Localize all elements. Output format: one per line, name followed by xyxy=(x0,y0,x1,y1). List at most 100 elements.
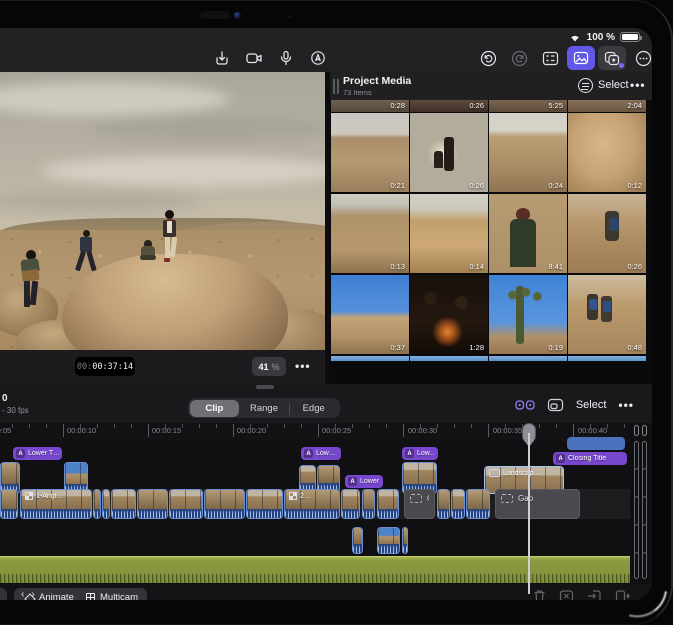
undo-icon[interactable] xyxy=(474,46,502,70)
media-item[interactable] xyxy=(489,356,567,361)
media-item[interactable]: 2:04 xyxy=(568,100,646,112)
playhead-line xyxy=(528,433,530,594)
vertical-scrollbar[interactable] xyxy=(642,441,647,579)
pencil-tool-icon[interactable] xyxy=(304,46,332,70)
effects-badge-dot xyxy=(619,63,624,68)
video-clip[interactable] xyxy=(102,489,110,519)
insert-icon[interactable] xyxy=(587,589,602,600)
video-clip[interactable] xyxy=(362,489,375,519)
timeline-resize-handle[interactable] xyxy=(256,385,274,389)
video-clip[interactable] xyxy=(377,489,399,519)
media-item[interactable]: 0:26 xyxy=(568,194,646,273)
film-clip-icon xyxy=(489,469,500,477)
clip-duration: 2:04 xyxy=(627,101,642,110)
filter-icon[interactable] xyxy=(578,78,593,93)
media-item[interactable]: 5:25 xyxy=(489,100,567,112)
gap-clip[interactable]: Gap xyxy=(495,489,580,519)
video-clip[interactable] xyxy=(93,489,101,519)
video-clip[interactable] xyxy=(402,527,408,554)
timeline-select-button[interactable]: Select xyxy=(576,399,607,411)
timecode-display[interactable]: 00:00:37:14 xyxy=(75,357,135,376)
clip-duration: 0:48 xyxy=(627,343,642,352)
media-item[interactable]: 0:48 xyxy=(568,275,646,354)
video-clip[interactable] xyxy=(137,489,168,519)
magnetic-timeline-icon[interactable] xyxy=(515,398,535,412)
title-clip[interactable]: ALow… xyxy=(301,447,341,460)
media-item[interactable]: 0:26 xyxy=(410,113,488,192)
video-clip[interactable] xyxy=(352,527,363,554)
media-item[interactable]: 0:19 xyxy=(489,275,567,354)
gap-clip[interactable]: G… xyxy=(404,489,435,519)
multicam-button[interactable]: Multicam xyxy=(77,588,147,600)
media-browser-panel: Project Media 73 Items Select ••• 0:280:… xyxy=(330,72,652,384)
mode-range[interactable]: Range xyxy=(239,400,289,417)
media-more-button[interactable]: ••• xyxy=(630,78,646,92)
media-select-button[interactable]: Select xyxy=(598,79,629,91)
video-clip[interactable] xyxy=(466,489,490,519)
inspector-icon[interactable] xyxy=(536,46,564,70)
video-clip[interactable]: 1-Angl… xyxy=(20,489,92,519)
camera-icon[interactable] xyxy=(240,46,268,70)
media-browser-icon[interactable] xyxy=(567,46,595,70)
viewer-more-button[interactable]: ••• xyxy=(295,359,311,373)
panel-drag-handle[interactable] xyxy=(333,79,339,94)
clip-waveform xyxy=(378,544,399,553)
picture-in-picture-icon[interactable] xyxy=(547,398,564,412)
media-item[interactable]: 8:41 xyxy=(489,194,567,273)
media-item[interactable]: 1:28 xyxy=(410,275,488,354)
video-clip[interactable] xyxy=(437,489,450,519)
video-clip[interactable] xyxy=(246,489,283,519)
mode-clip[interactable]: Clip xyxy=(190,400,240,417)
zoom-level-button[interactable]: 41% xyxy=(252,357,286,376)
title-clip[interactable]: ALower T… xyxy=(13,447,62,460)
video-clip[interactable]: 2… xyxy=(284,489,340,519)
audio-track[interactable] xyxy=(0,556,630,583)
media-item[interactable]: 0:14 xyxy=(410,194,488,273)
cropped-button[interactable] xyxy=(0,588,7,600)
overwrite-icon[interactable] xyxy=(615,589,630,600)
media-item[interactable]: 0:28 xyxy=(331,100,409,112)
media-item[interactable]: 0:21 xyxy=(331,113,409,192)
import-icon[interactable] xyxy=(208,46,236,70)
clip-duration: 1:28 xyxy=(469,343,484,352)
video-viewer[interactable] xyxy=(0,72,325,350)
title-clip[interactable]: AClosing Title xyxy=(553,452,627,465)
edit-mode-segmented-control: ClipRangeEdge xyxy=(188,398,340,418)
clip-filmstrip xyxy=(1,463,19,484)
clip-waveform xyxy=(1,509,17,518)
track-height-handle[interactable] xyxy=(642,425,647,436)
vertical-scrollbar[interactable] xyxy=(634,441,639,579)
video-clip[interactable] xyxy=(451,489,465,519)
media-item[interactable]: 0:24 xyxy=(489,113,567,192)
delete-icon[interactable] xyxy=(533,589,546,600)
media-item[interactable] xyxy=(568,356,646,361)
media-item[interactable]: 0:26 xyxy=(410,100,488,112)
redo-icon[interactable] xyxy=(505,46,533,70)
timeline-more-button[interactable]: ••• xyxy=(618,398,634,412)
media-item[interactable] xyxy=(410,356,488,361)
media-item[interactable]: 0:12 xyxy=(568,113,646,192)
video-clip[interactable] xyxy=(111,489,136,519)
track-height-handle[interactable] xyxy=(634,425,639,436)
more-icon[interactable] xyxy=(629,46,652,70)
ipad-device-frame: 100 % xyxy=(0,0,673,625)
effects-icon[interactable] xyxy=(598,46,626,70)
mode-edge[interactable]: Edge xyxy=(289,400,339,417)
animate-button[interactable]: Animate xyxy=(14,588,83,600)
title-clip[interactable]: ALower… xyxy=(345,475,383,488)
video-clip[interactable] xyxy=(377,527,400,554)
media-item[interactable]: 0:13 xyxy=(331,194,409,273)
clip-filmstrip xyxy=(378,528,399,544)
extract-icon[interactable] xyxy=(559,589,574,600)
video-clip[interactable] xyxy=(341,489,360,519)
video-clip[interactable] xyxy=(0,489,18,519)
clip-label: Closing Title xyxy=(568,455,606,462)
connected-clip-bar[interactable] xyxy=(567,437,625,450)
media-item[interactable]: 0:37 xyxy=(331,275,409,354)
mic-icon[interactable] xyxy=(272,46,300,70)
ambient-sensor xyxy=(288,15,291,18)
video-clip[interactable] xyxy=(169,489,203,519)
video-clip[interactable] xyxy=(204,489,245,519)
media-item[interactable] xyxy=(331,356,409,361)
title-clip[interactable]: ALow… xyxy=(402,447,438,460)
